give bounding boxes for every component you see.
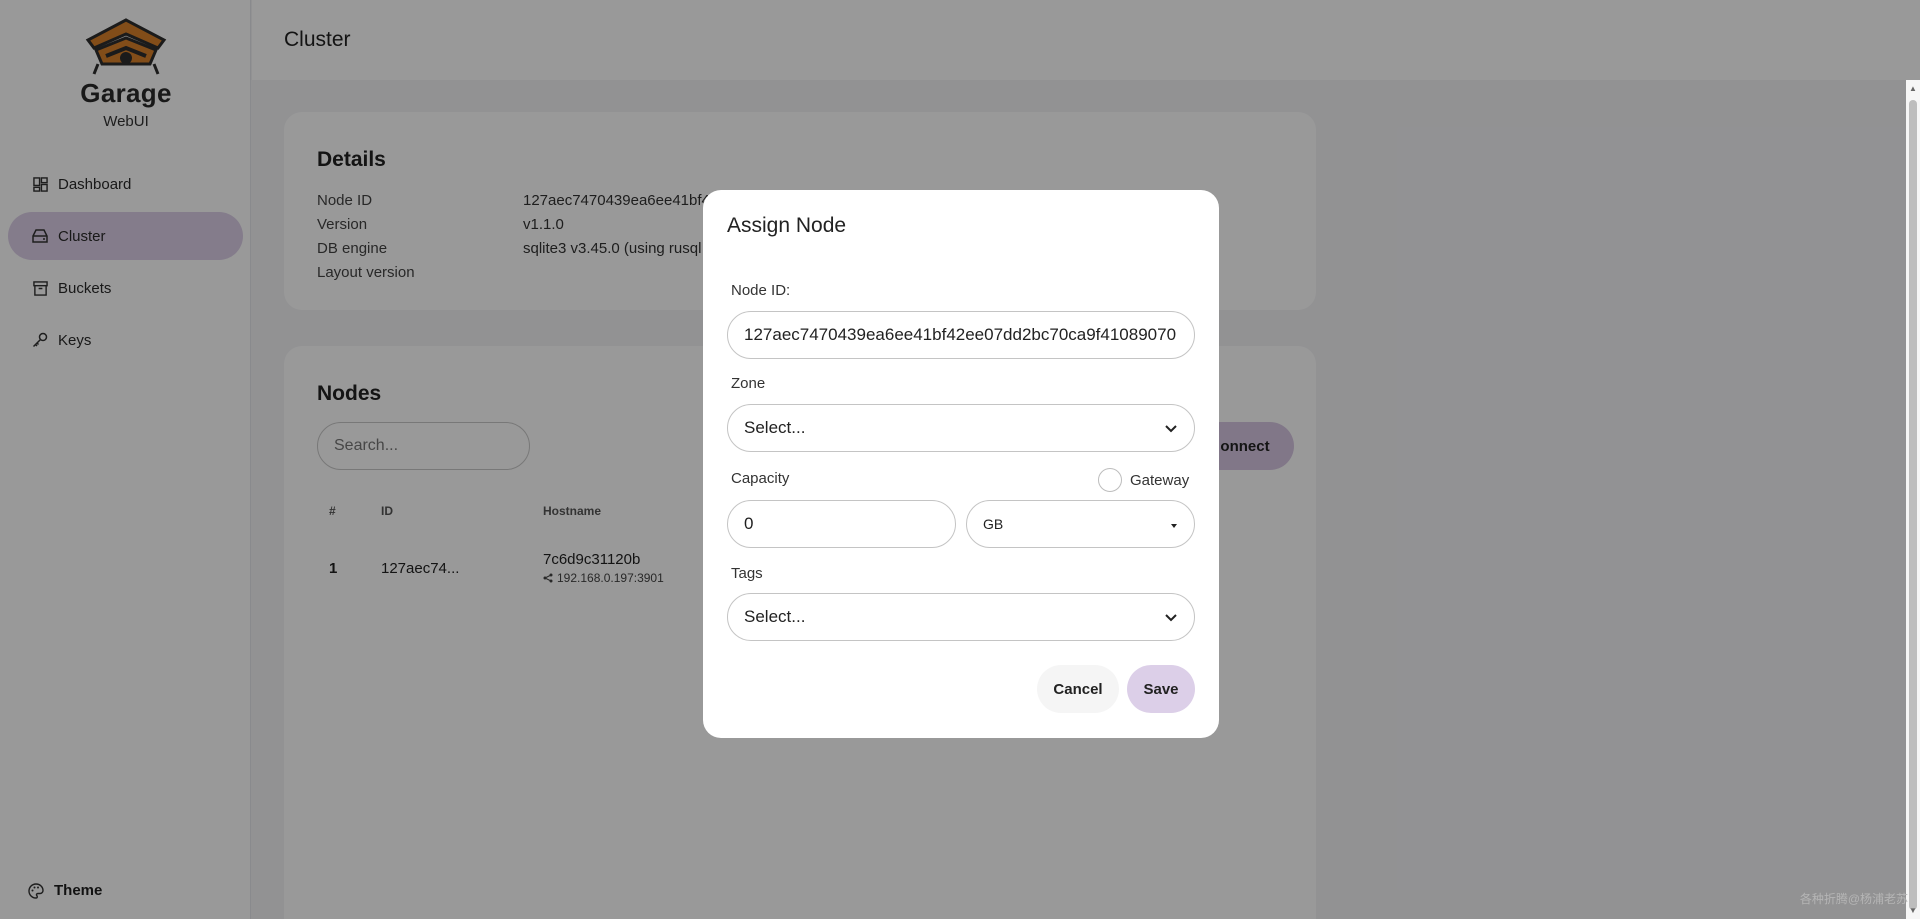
zone-select[interactable]: Select... <box>727 404 1195 452</box>
gateway-label: Gateway <box>1130 471 1190 489</box>
capacity-unit-select[interactable]: GB <box>966 500 1195 548</box>
modal-title: Assign Node <box>727 214 847 237</box>
chevron-down-icon <box>1164 421 1178 435</box>
zone-select-value: Select... <box>744 418 806 437</box>
caret-down-icon <box>1170 516 1178 532</box>
gateway-toggle[interactable]: Gateway <box>1098 468 1189 492</box>
capacity-label: Capacity <box>731 470 790 487</box>
gateway-checkbox[interactable] <box>1098 468 1122 492</box>
node-id-field[interactable]: 127aec7470439ea6ee41bf42ee07dd2bc70ca9f4… <box>727 311 1195 359</box>
scrollbar[interactable]: ▲ ▼ <box>1906 80 1920 919</box>
tags-select[interactable]: Select... <box>727 593 1195 641</box>
save-button[interactable]: Save <box>1127 665 1195 713</box>
capacity-input[interactable]: 0 <box>727 500 956 548</box>
scroll-up-icon[interactable]: ▲ <box>1909 84 1917 93</box>
watermark: 各种折腾@杨浦老苏 <box>1799 892 1908 906</box>
tags-label: Tags <box>731 565 763 582</box>
capacity-unit-value: GB <box>983 516 1004 532</box>
node-id-label: Node ID: <box>731 282 791 299</box>
scrollbar-thumb[interactable] <box>1909 100 1917 910</box>
cancel-button[interactable]: Cancel <box>1037 665 1119 713</box>
assign-node-modal: Assign Node Node ID: 127aec7470439ea6ee4… <box>703 190 1219 738</box>
zone-label: Zone <box>731 375 766 392</box>
tags-select-value: Select... <box>744 607 806 626</box>
chevron-down-icon <box>1164 610 1178 624</box>
scroll-down-icon[interactable]: ▼ <box>1909 906 1917 915</box>
